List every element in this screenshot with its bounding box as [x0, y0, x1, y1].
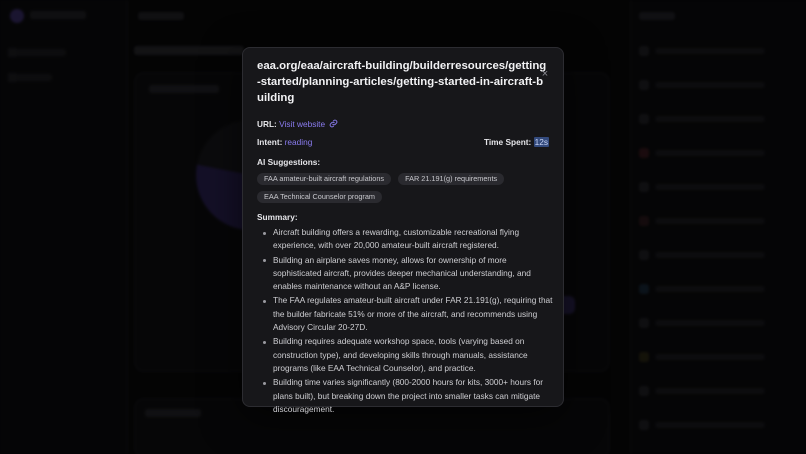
external-link-icon: [330, 119, 338, 128]
page-details-modal: eaa.org/eaa/aircraft-building/builderres…: [242, 47, 564, 414]
summary-item: Aircraft building offers a rewarding, cu…: [263, 226, 553, 253]
summary-item: Building requires adequate workshop spac…: [263, 335, 553, 375]
time-spent-label: Time Spent:: [483, 137, 532, 147]
visit-website-link-text: Visit website: [279, 119, 326, 129]
close-icon[interactable]: ×: [539, 68, 551, 80]
suggestion-chip[interactable]: EAA Technical Counselor program: [257, 191, 382, 203]
summary-item: Building time varies significantly (800-…: [263, 376, 553, 416]
summary-item: The FAA regulates amateur-built aircraft…: [263, 294, 553, 334]
suggestion-chips: FAA amateur-built aircraft regulations F…: [257, 173, 553, 203]
summary-item: Building an airplane saves money, allows…: [263, 254, 553, 294]
intent-value: reading: [284, 137, 313, 147]
url-row: URL: Visit website: [257, 118, 549, 130]
url-label: URL:: [257, 119, 277, 129]
intent-row: Intent: reading Time Spent: 12s: [257, 136, 549, 148]
intent-label: Intent:: [257, 137, 283, 147]
visit-website-link[interactable]: Visit website: [279, 119, 338, 129]
suggestion-chip[interactable]: FAR 21.191(g) requirements: [398, 173, 505, 185]
modal-title: eaa.org/eaa/aircraft-building/builderres…: [257, 60, 547, 104]
ai-suggestions-label: AI Suggestions:: [257, 157, 321, 167]
summary-list: Aircraft building offers a rewarding, cu…: [257, 226, 553, 416]
summary-label: Summary:: [257, 212, 298, 222]
suggestion-chip[interactable]: FAA amateur-built aircraft regulations: [257, 173, 392, 185]
time-spent-value: 12s: [533, 137, 549, 147]
